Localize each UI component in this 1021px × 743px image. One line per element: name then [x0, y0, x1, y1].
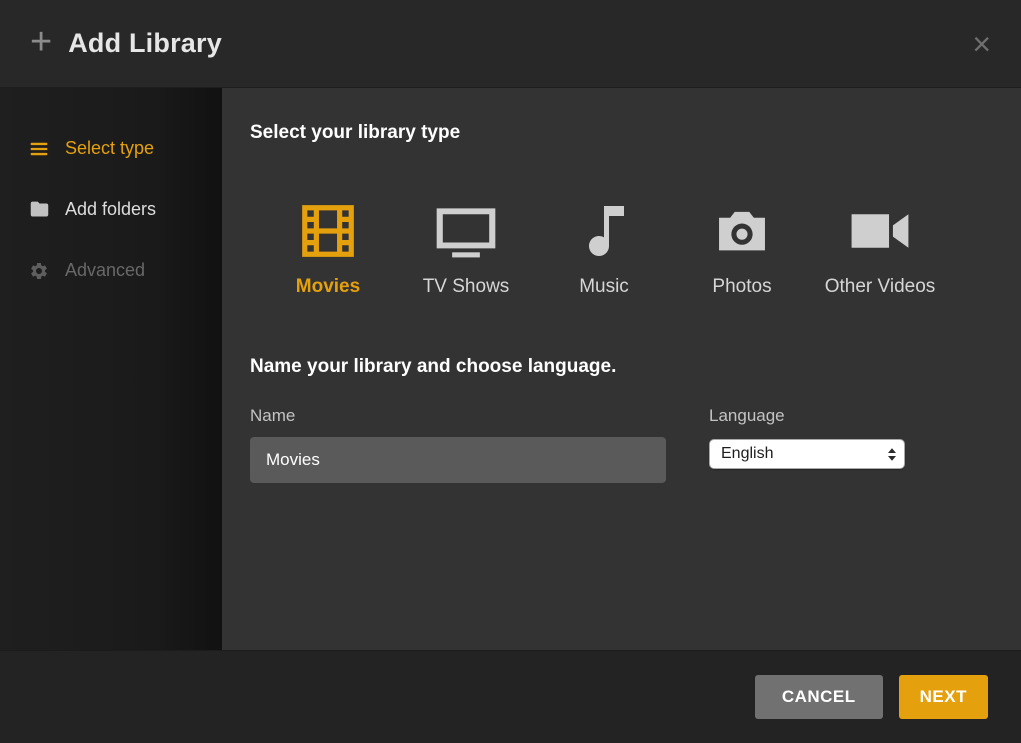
sidebar-item-select-type[interactable]: Select type	[0, 118, 222, 179]
language-field-group: Language English	[709, 406, 905, 483]
library-type-movies[interactable]: Movies	[272, 198, 384, 298]
sidebar-item-label: Select type	[65, 138, 154, 159]
library-type-label: TV Shows	[423, 276, 510, 298]
type-section-title: Select your library type	[250, 122, 991, 144]
name-label: Name	[250, 406, 666, 426]
library-type-label: Photos	[712, 276, 771, 298]
sidebar-item-label: Add folders	[65, 199, 156, 220]
name-field-group: Name	[250, 406, 666, 483]
main-content: Select your library type Movies	[222, 88, 1021, 650]
dialog-body: Select type Add folders Advanced	[0, 88, 1021, 650]
gear-icon	[28, 260, 50, 282]
library-type-options: Movies TV Shows	[272, 198, 991, 298]
wizard-steps-sidebar: Select type Add folders Advanced	[0, 88, 222, 650]
library-type-tv-shows[interactable]: TV Shows	[410, 198, 522, 298]
language-select[interactable]: English	[709, 439, 905, 469]
dialog-header: + Add Library ×	[0, 0, 1021, 88]
language-select-value: English	[721, 445, 773, 463]
name-section-title: Name your library and choose language.	[250, 356, 991, 378]
cancel-button[interactable]: CANCEL	[755, 675, 883, 719]
library-type-other-videos[interactable]: Other Videos	[824, 198, 936, 298]
add-library-dialog: + Add Library × Select type	[0, 0, 1021, 743]
next-button[interactable]: NEXT	[899, 675, 988, 719]
name-language-form: Name Language English	[250, 406, 991, 483]
library-type-label: Music	[579, 276, 629, 298]
sidebar-item-label: Advanced	[65, 260, 145, 281]
library-type-label: Movies	[296, 276, 360, 298]
tv-icon	[434, 198, 498, 264]
list-icon	[28, 138, 50, 160]
video-camera-icon	[849, 198, 911, 264]
folder-icon	[28, 199, 50, 221]
language-label: Language	[709, 406, 905, 426]
film-icon	[297, 198, 359, 264]
library-type-photos[interactable]: Photos	[686, 198, 798, 298]
plus-icon: +	[30, 23, 52, 61]
dialog-title: Add Library	[68, 28, 222, 59]
library-name-input[interactable]	[250, 437, 666, 483]
close-icon[interactable]: ×	[972, 28, 991, 60]
music-note-icon	[574, 198, 634, 264]
library-type-label: Other Videos	[825, 276, 936, 298]
sidebar-item-advanced[interactable]: Advanced	[0, 240, 222, 301]
sidebar-item-add-folders[interactable]: Add folders	[0, 179, 222, 240]
select-stepper-arrows-icon	[887, 447, 897, 462]
library-type-music[interactable]: Music	[548, 198, 660, 298]
dialog-footer: CANCEL NEXT	[0, 650, 1021, 743]
camera-icon	[713, 198, 771, 264]
